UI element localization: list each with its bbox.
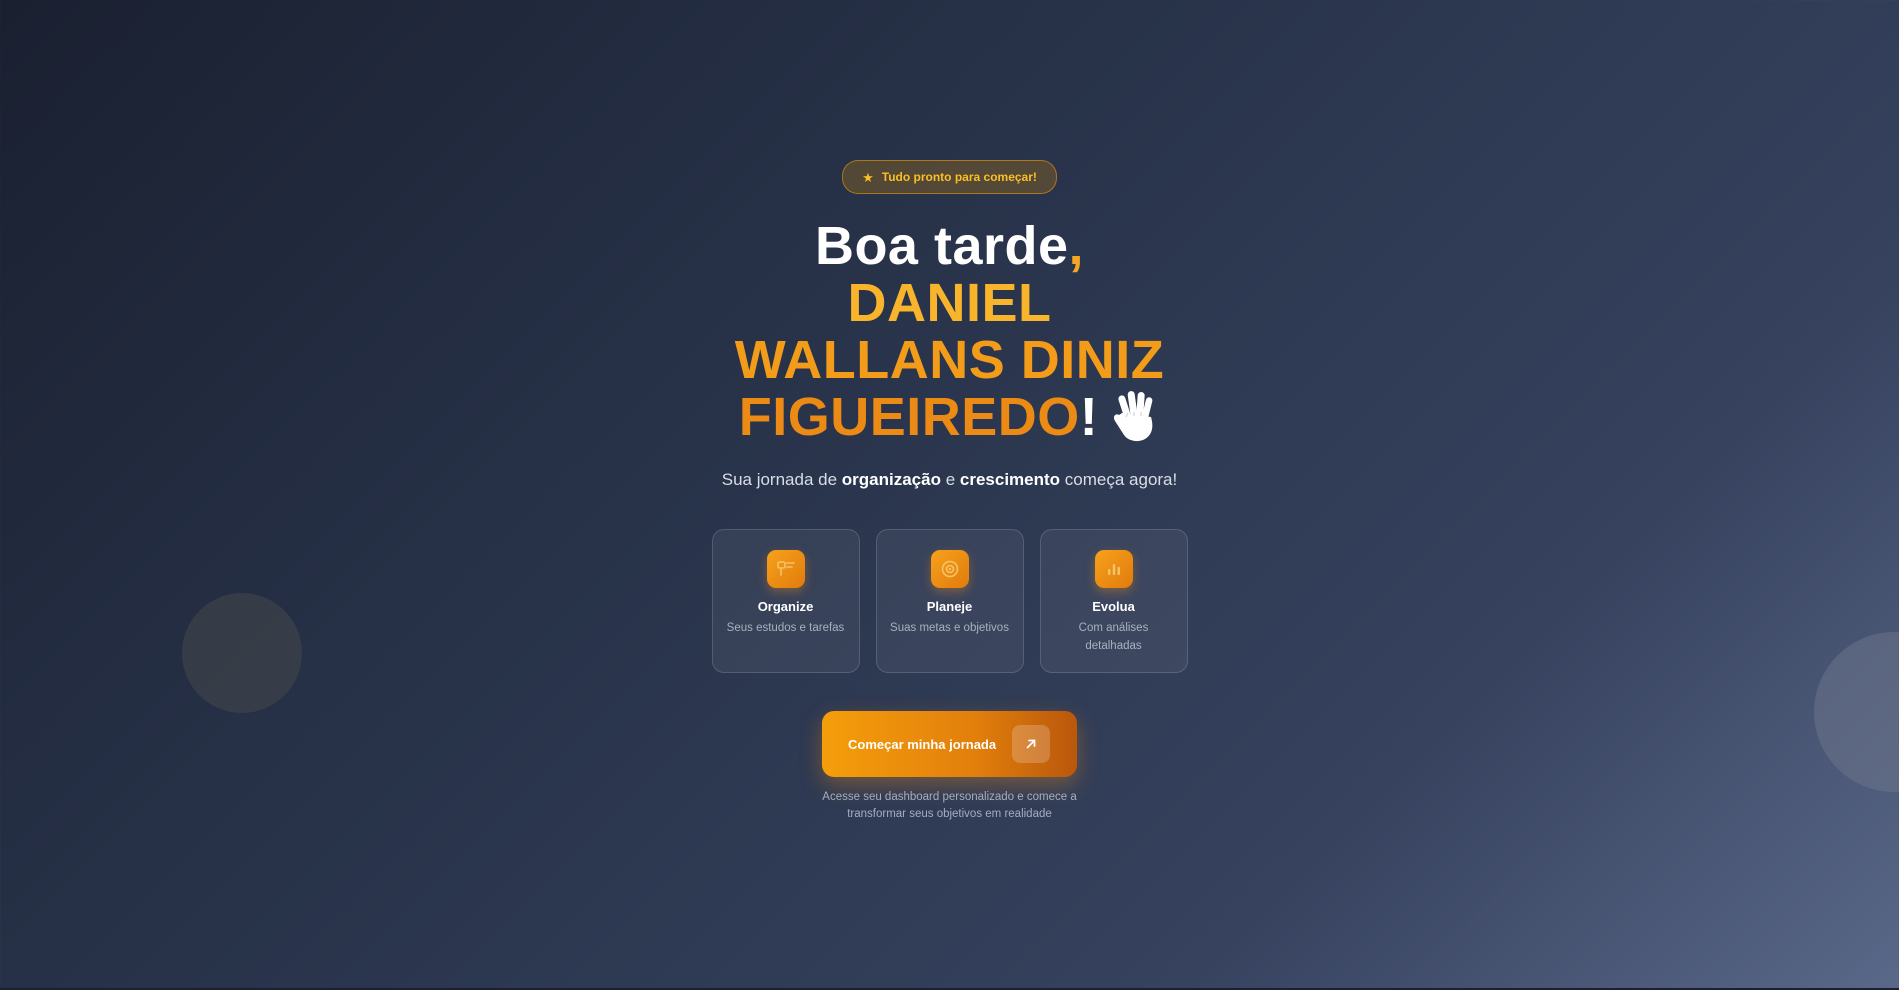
feature-description: Com análises detalhadas	[1078, 622, 1149, 652]
subtitle-highlight: organização	[841, 470, 941, 489]
feature-cards: Organize Seus estudos e tarefas Planeje …	[711, 529, 1188, 673]
organize-icon	[766, 550, 805, 588]
arrow-up-right-icon	[1012, 725, 1050, 763]
feature-description: Suas metas e objetivos	[890, 622, 1009, 634]
subtitle: Sua jornada de organização e crescimento…	[721, 470, 1178, 489]
waving-hand-icon	[1110, 389, 1160, 454]
status-badge: ★ Tudo pronto para começar!	[842, 160, 1057, 194]
feature-card-evolua: Evolua Com análises detalhadas	[1039, 529, 1188, 673]
status-badge-label: Tudo pronto para começar!	[881, 170, 1037, 184]
cta-footnote: Acesse seu dashboard personalizado e com…	[822, 791, 1077, 820]
feature-title: Organize	[757, 599, 814, 614]
user-name-line-2: WALLANS DINIZ	[734, 330, 1165, 390]
user-name-line-1: DANIEL	[847, 273, 1052, 333]
feature-title: Planeje	[926, 599, 973, 614]
start-journey-button[interactable]: Começar minha jornada	[822, 711, 1077, 777]
greeting-exclamation: !	[1079, 387, 1099, 447]
start-journey-button-label: Começar minha jornada	[848, 736, 997, 752]
target-icon	[930, 550, 969, 588]
greeting-heading: Boa tarde, DANIEL WALLANS DINIZ FIGUEIRE…	[735, 218, 1164, 454]
star-icon: ★	[862, 169, 874, 185]
greeting-prefix: Boa tarde	[814, 216, 1069, 276]
feature-card-organize: Organize Seus estudos e tarefas	[711, 529, 860, 673]
welcome-screen: ★ Tudo pronto para começar! Boa tarde, D…	[0, 0, 1899, 823]
subtitle-highlight: crescimento	[959, 470, 1061, 489]
user-name-line-3: FIGUEIREDO	[738, 387, 1080, 447]
bar-chart-icon	[1094, 550, 1133, 588]
feature-description: Seus estudos e tarefas	[726, 622, 845, 634]
feature-card-planeje: Planeje Suas metas e objetivos	[875, 529, 1024, 673]
feature-title: Evolua	[1092, 599, 1135, 614]
greeting-comma: ,	[1068, 216, 1085, 276]
